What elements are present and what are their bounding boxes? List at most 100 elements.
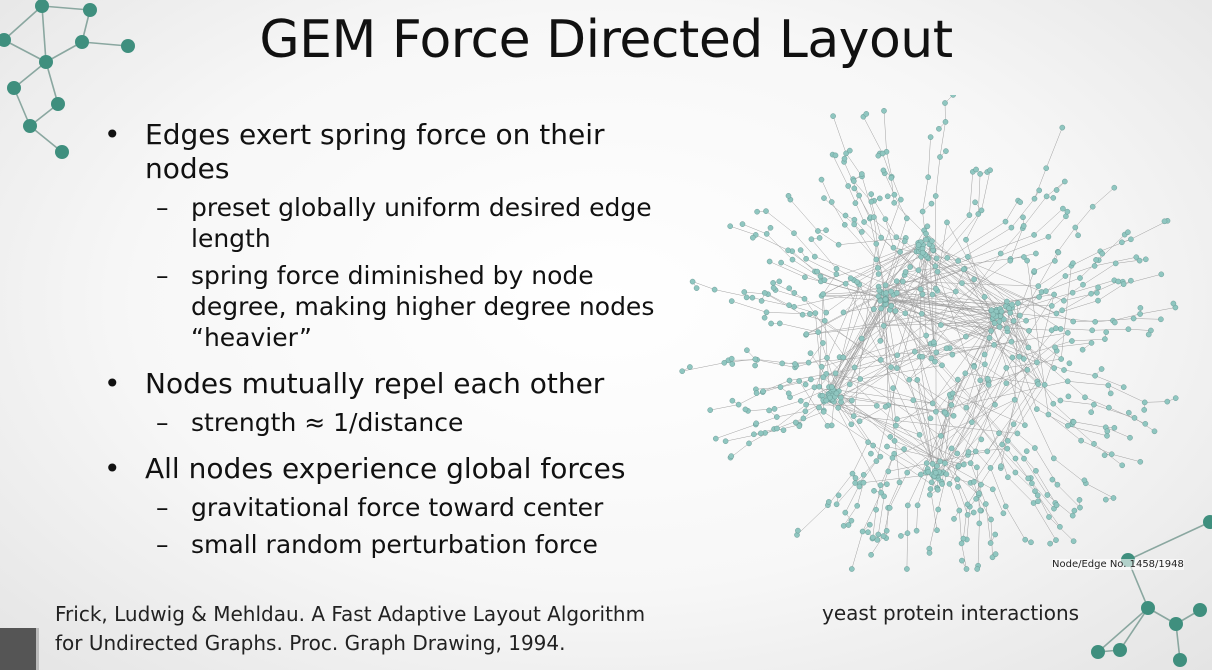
graph-node bbox=[818, 176, 825, 183]
bullet-text: Nodes mutually repel each other bbox=[145, 367, 605, 400]
graph-node bbox=[821, 277, 828, 283]
graph-node bbox=[1020, 223, 1027, 229]
graph-node bbox=[888, 288, 894, 295]
graph-node bbox=[1002, 218, 1009, 225]
graph-edge bbox=[896, 381, 1068, 420]
graph-node bbox=[779, 360, 785, 367]
graph-node bbox=[750, 234, 756, 241]
graph-node bbox=[753, 390, 760, 396]
graph-node bbox=[1111, 319, 1118, 326]
graph-node bbox=[801, 295, 808, 302]
graph-edge bbox=[990, 519, 993, 558]
graph-node bbox=[934, 268, 941, 275]
sub-bullet-item: – strength ≈ 1/distance bbox=[100, 407, 670, 438]
graph-node bbox=[903, 215, 910, 222]
graph-node bbox=[1061, 367, 1067, 373]
graph-node bbox=[761, 290, 768, 296]
graph-node bbox=[929, 400, 936, 407]
graph-node bbox=[789, 256, 796, 263]
graph-node bbox=[743, 294, 750, 301]
graph-edge bbox=[1140, 307, 1176, 315]
graph-node bbox=[955, 462, 962, 469]
graph-node bbox=[858, 335, 865, 342]
graph-node bbox=[986, 335, 993, 341]
graph-node bbox=[833, 501, 840, 508]
graph-node bbox=[866, 521, 873, 528]
graph-node bbox=[1131, 415, 1138, 421]
sub-bullet-text: preset globally uniform desired edge len… bbox=[191, 193, 652, 253]
graph-node bbox=[932, 263, 939, 269]
graph-node bbox=[828, 199, 835, 205]
graph-node bbox=[1004, 445, 1011, 452]
graph-node bbox=[950, 412, 957, 419]
graph-node bbox=[1017, 199, 1024, 205]
graph-node bbox=[937, 154, 943, 160]
graph-node bbox=[1119, 462, 1126, 469]
graph-node bbox=[874, 537, 881, 543]
graph-edge bbox=[992, 489, 1004, 514]
graph-node bbox=[959, 280, 965, 286]
graph-node bbox=[1023, 448, 1030, 455]
graph-node bbox=[679, 368, 686, 375]
graph-node bbox=[1015, 300, 1021, 306]
graph-edge bbox=[1034, 260, 1056, 272]
graph-node bbox=[1053, 187, 1060, 193]
decor-node bbox=[1113, 643, 1127, 657]
graph-node bbox=[966, 212, 973, 218]
graph-node bbox=[943, 345, 950, 352]
graph-node bbox=[1069, 289, 1076, 296]
bullet-text: Edges exert spring force on their nodes bbox=[145, 118, 605, 185]
graph-node bbox=[960, 266, 967, 273]
graph-node bbox=[971, 479, 977, 485]
graph-node bbox=[840, 309, 847, 316]
graph-node bbox=[1108, 451, 1115, 458]
graph-node bbox=[982, 501, 989, 507]
graph-edge bbox=[789, 387, 815, 398]
graph-node bbox=[883, 290, 889, 296]
graph-node bbox=[811, 253, 818, 260]
graph-node bbox=[981, 351, 988, 358]
graph-node bbox=[1046, 514, 1052, 520]
graph-node bbox=[728, 298, 735, 304]
graph-node bbox=[857, 376, 863, 382]
graph-node bbox=[930, 339, 937, 345]
graph-node bbox=[1091, 263, 1098, 269]
graph-node bbox=[1033, 406, 1040, 412]
graph-node bbox=[932, 358, 938, 365]
graph-edge bbox=[1005, 506, 1026, 540]
graph-node bbox=[969, 419, 975, 426]
graph-node bbox=[1077, 504, 1083, 511]
graph-node bbox=[974, 566, 981, 572]
graph-node bbox=[878, 489, 884, 496]
graph-edge bbox=[1097, 283, 1124, 301]
graph-edge bbox=[1092, 187, 1115, 207]
graph-node bbox=[949, 351, 956, 358]
graph-node bbox=[933, 349, 940, 356]
graph-node bbox=[933, 408, 939, 415]
graph-node bbox=[1072, 224, 1079, 231]
graph-node bbox=[923, 332, 930, 339]
graph-node bbox=[927, 415, 934, 422]
graph-node bbox=[797, 247, 804, 253]
graph-node bbox=[763, 208, 769, 214]
graph-node bbox=[1098, 366, 1105, 372]
graph-node bbox=[859, 528, 866, 535]
graph-node bbox=[1111, 184, 1118, 191]
graph-node bbox=[1088, 290, 1094, 297]
graph-node bbox=[880, 167, 887, 174]
graph-node bbox=[1029, 480, 1035, 487]
graph-node bbox=[1064, 378, 1071, 385]
graph-edge bbox=[987, 381, 1038, 452]
graph-node bbox=[1054, 481, 1061, 488]
graph-node bbox=[904, 566, 910, 572]
graph-node bbox=[917, 286, 924, 292]
graph-edge bbox=[802, 314, 825, 321]
decor-node bbox=[51, 97, 65, 111]
graph-node bbox=[1005, 474, 1011, 481]
graph-node bbox=[882, 282, 889, 288]
graph-node bbox=[1137, 311, 1143, 317]
graph-node bbox=[1170, 300, 1177, 307]
graph-node bbox=[1158, 271, 1165, 278]
graph-node bbox=[1051, 365, 1058, 371]
graph-node bbox=[955, 484, 961, 490]
